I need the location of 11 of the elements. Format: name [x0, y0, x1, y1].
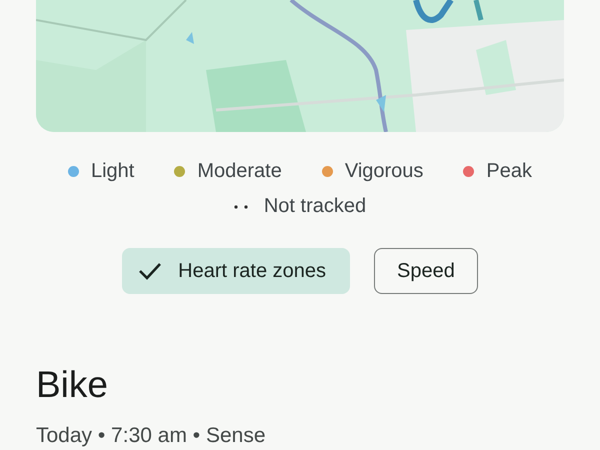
activity-title: Bike: [36, 364, 109, 406]
filter-chip[interactable]: Speed: [374, 248, 478, 294]
activity-subtitle: Today • 7:30 am • Sense: [36, 424, 267, 448]
legend-label: Moderate: [197, 160, 282, 183]
legend-label: Light: [90, 160, 134, 183]
check-icon: [138, 262, 162, 280]
filter-chip[interactable]: Heart rate zones: [122, 248, 350, 294]
legend-label: Not tracked: [264, 195, 366, 218]
legend-label: Peak: [486, 160, 532, 183]
legend-label: Vigorous: [344, 160, 424, 183]
dots-icon: [234, 204, 248, 208]
